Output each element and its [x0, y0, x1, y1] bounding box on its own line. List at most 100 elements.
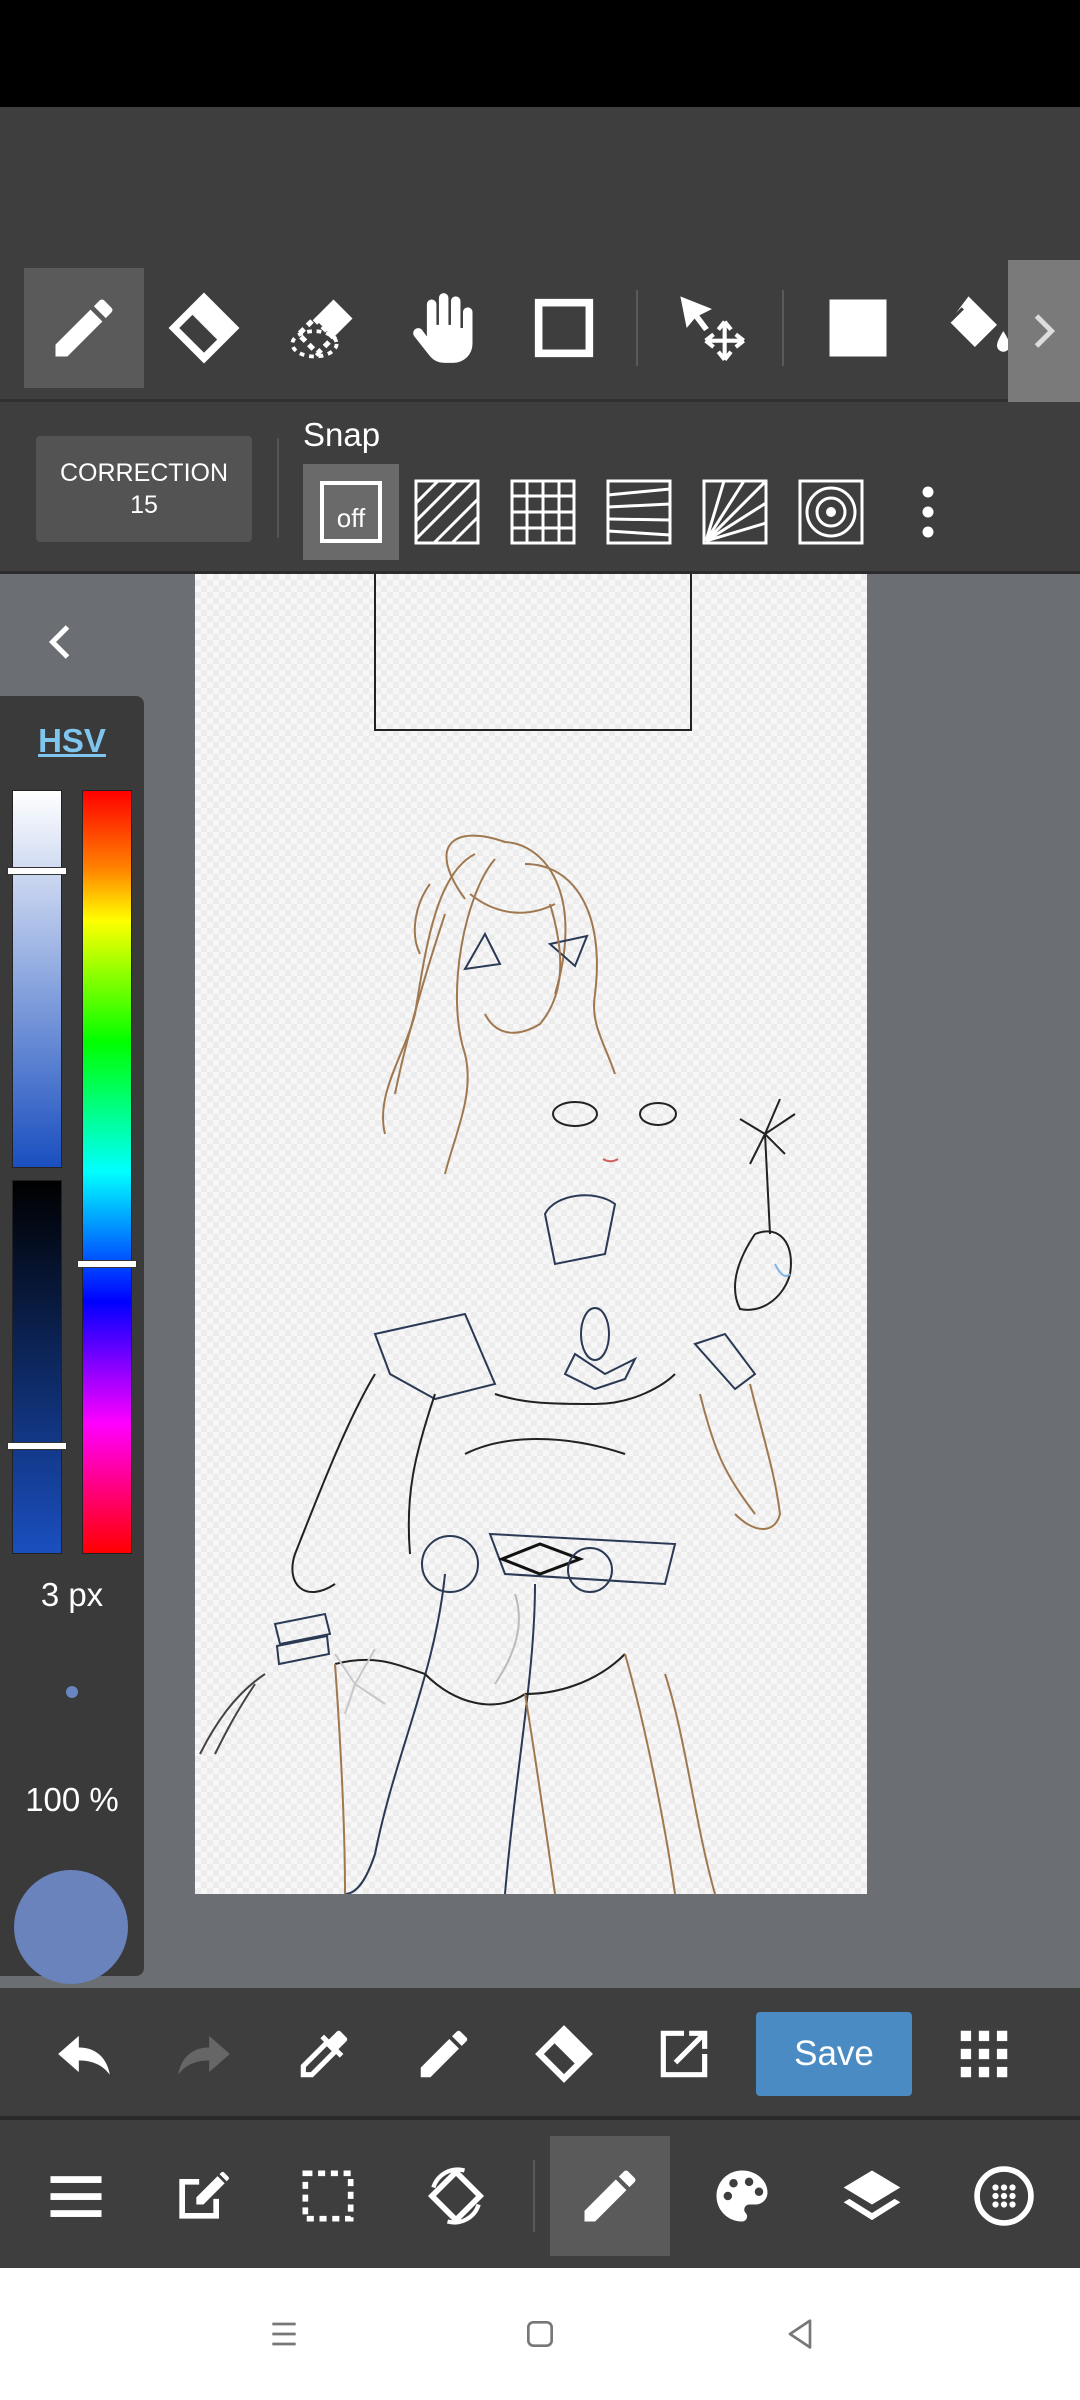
move-select-tool-button[interactable] [652, 268, 772, 388]
layers-button[interactable] [812, 2136, 932, 2256]
bucket-icon [948, 296, 1010, 352]
fill-rect-tool-button[interactable] [798, 268, 918, 388]
color-palette-button[interactable] [682, 2136, 802, 2256]
export-button[interactable] [636, 2006, 732, 2102]
brush-size-preview [66, 1686, 78, 1698]
subbar-divider [277, 438, 279, 538]
bottom-nav-bar [0, 2120, 1080, 2268]
canvas-area[interactable]: HSV 3 px 100 % [0, 574, 1080, 1988]
chevron-left-icon [48, 625, 70, 659]
move-select-icon [680, 296, 745, 361]
edit-icon [179, 2171, 229, 2219]
concentric-circles-icon [798, 479, 864, 545]
transform-button[interactable] [396, 2136, 516, 2256]
hand-tool-button[interactable] [384, 268, 504, 388]
slider-handle[interactable] [7, 1442, 67, 1451]
grid-icon [510, 479, 576, 545]
snap-off-button[interactable]: off [303, 464, 399, 560]
grid-menu-button[interactable] [936, 2006, 1032, 2102]
drawing-canvas[interactable] [195, 574, 867, 1894]
collapse-panel-button[interactable] [22, 604, 98, 680]
snap-label: Snap [303, 416, 381, 453]
brush-size-label[interactable]: 3 px [0, 1576, 144, 1614]
back-icon [788, 2319, 812, 2349]
tool-bar [0, 260, 1080, 402]
eraser-tool-button[interactable] [144, 268, 264, 388]
brush-settings-button[interactable] [944, 2136, 1064, 2256]
pen-icon [584, 2170, 636, 2222]
action-bar: Save [0, 1988, 1080, 2120]
toolbar-divider [782, 290, 784, 366]
home-button[interactable] [504, 2298, 576, 2370]
correction-label: CORRECTION [59, 459, 229, 487]
shape-tool-button[interactable] [504, 268, 624, 388]
undo-icon [58, 2035, 110, 2075]
selection-button[interactable] [268, 2136, 388, 2256]
toolbar-divider [636, 290, 638, 366]
recent-apps-button[interactable] [248, 2298, 320, 2370]
open-external-icon [660, 2030, 708, 2078]
eraser-icon [535, 2025, 593, 2083]
snap-off-icon: off [320, 481, 382, 543]
snap-radial-button[interactable] [687, 464, 783, 560]
parallel-lines-icon [414, 479, 480, 545]
pen-icon [55, 299, 113, 357]
selection-icon [302, 2170, 354, 2222]
hand-icon [413, 293, 473, 363]
blur-eraser-icon [290, 299, 353, 359]
blur-eraser-tool-button[interactable] [264, 268, 384, 388]
status-bar [0, 0, 1080, 107]
brush-tab-button[interactable] [550, 2136, 670, 2256]
snap-more-button[interactable] [900, 464, 956, 560]
eyedropper-button[interactable] [276, 2006, 372, 2102]
snap-parallel-button[interactable] [399, 464, 495, 560]
correction-value: 15 [130, 491, 158, 519]
eraser-icon [168, 292, 240, 364]
value-slider[interactable] [7, 1180, 67, 1554]
color-mode-toggle[interactable]: HSV [0, 722, 144, 760]
correction-button[interactable]: CORRECTION 15 [36, 436, 252, 542]
color-panel: HSV 3 px 100 % [0, 696, 144, 1984]
pen-icon [420, 2030, 468, 2078]
snap-off-text: off [337, 503, 366, 533]
redo-button[interactable] [156, 2006, 252, 2102]
menu-icon [50, 2176, 102, 2217]
lineart-drawing [199, 574, 796, 1894]
current-color-swatch[interactable] [14, 1870, 128, 1984]
toolbar-scroll-right-button[interactable] [1008, 260, 1080, 402]
opacity-label[interactable]: 100 % [0, 1781, 144, 1819]
snap-perspective-button[interactable] [591, 464, 687, 560]
palette-icon [716, 2170, 768, 2222]
more-vertical-icon [922, 486, 934, 538]
saturation-slider[interactable] [7, 790, 67, 1168]
snap-grid-button[interactable] [495, 464, 591, 560]
apps-grid-icon [960, 2030, 1008, 2078]
hue-slider[interactable] [77, 790, 137, 1554]
rotate-icon [427, 2167, 485, 2225]
slider-handle[interactable] [77, 1260, 137, 1269]
perspective-lines-icon [606, 479, 672, 545]
nav-divider [533, 2160, 535, 2232]
save-button[interactable]: Save [756, 2012, 912, 2096]
fill-icon [829, 299, 887, 357]
layers-icon [843, 2170, 901, 2221]
back-button[interactable] [764, 2298, 836, 2370]
radial-lines-icon [702, 479, 768, 545]
chevron-right-icon [1034, 314, 1056, 348]
undo-button[interactable] [36, 2006, 132, 2102]
slider-handle[interactable] [7, 866, 67, 875]
redo-icon [178, 2035, 230, 2075]
pen-tool-button[interactable] [24, 268, 144, 388]
tool-options-bar: CORRECTION 15 Snap off [0, 402, 1080, 574]
system-nav-bar [0, 2268, 1080, 2400]
eyedropper-icon [300, 2030, 348, 2078]
top-spacer [0, 107, 1080, 260]
edit-canvas-button[interactable] [142, 2136, 262, 2256]
rectangle-icon [534, 298, 594, 358]
pen-quick-button[interactable] [396, 2006, 492, 2102]
snap-concentric-button[interactable] [783, 464, 879, 560]
eraser-quick-button[interactable] [516, 2006, 612, 2102]
menu-button[interactable] [16, 2136, 136, 2256]
dot-grid-circle-icon [974, 2166, 1034, 2226]
recent-apps-icon [272, 2322, 296, 2346]
